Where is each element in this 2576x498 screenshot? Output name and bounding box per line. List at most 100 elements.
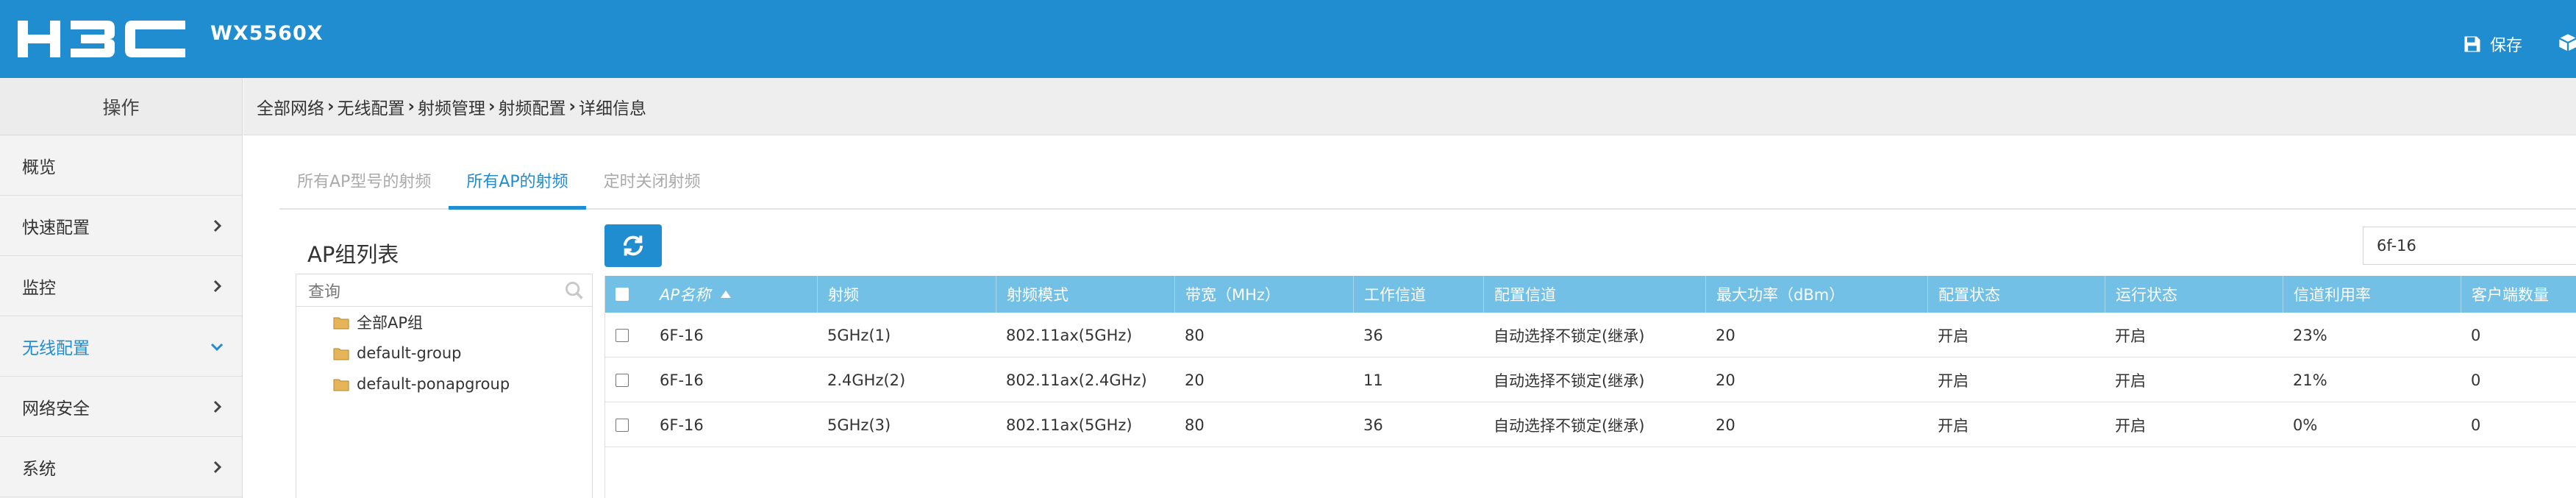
sidebar-item-label: 快速配置 [22, 218, 90, 238]
ap-group-panel: 查询 全部AP组 default-group default-ponapgrou… [296, 274, 593, 498]
tree-item-ap-group[interactable]: default-group [296, 338, 592, 369]
chevron-down-icon [210, 343, 224, 351]
cell-ap-name: 6F-16 [660, 416, 704, 434]
tab-all-ap-model-radios[interactable]: 所有AP型号的射频 [279, 158, 449, 210]
column-header-working-channel[interactable]: 工作信道 [1353, 276, 1483, 313]
cell-working-channel: 36 [1363, 416, 1383, 434]
refresh-icon [623, 235, 643, 256]
chevron-right-icon [213, 460, 222, 473]
sidebar: 操作 概览 快速配置 监控 无线配置 网络安全 系统 [0, 78, 243, 498]
row-checkbox[interactable] [616, 328, 629, 342]
cell-working-channel: 11 [1363, 371, 1383, 389]
column-header-radio[interactable]: 射频 [817, 276, 996, 313]
folder-icon [333, 348, 349, 360]
sidebar-item-system[interactable]: 系统 [0, 437, 242, 497]
column-header-config-status[interactable]: 配置状态 [1927, 276, 2105, 313]
sidebar-item-network-security[interactable]: 网络安全 [0, 377, 242, 437]
column-header-client-count[interactable]: 客户端数量 [2461, 276, 2576, 313]
sidebar-item-label: 监控 [22, 278, 56, 298]
cell-radio-mode: 802.11ax(5GHz) [1006, 416, 1132, 434]
radio-table: AP名称 射频 射频模式 带宽（MHz） 工作信道 配置信道 最大功率（dBm）… [604, 276, 2576, 498]
breadcrumb-item[interactable]: 射频配置 [498, 94, 565, 119]
column-header-configured-channel[interactable]: 配置信道 [1483, 276, 1705, 313]
sidebar-item-label: 概览 [22, 157, 56, 177]
folder-icon [333, 379, 349, 391]
breadcrumb-item[interactable]: 全部网络 [257, 94, 324, 119]
sort-ascending-icon [721, 291, 732, 298]
cell-radio-mode: 802.11ax(5GHz) [1006, 326, 1132, 344]
cell-run-status: 开启 [2115, 327, 2146, 345]
breadcrumb-item[interactable]: 射频管理 [418, 94, 485, 119]
search-icon[interactable] [564, 280, 585, 301]
sidebar-item-monitor[interactable]: 监控 [0, 256, 242, 316]
sidebar-item-label: 系统 [22, 459, 56, 479]
sidebar-item-overview[interactable]: 概览 [0, 135, 242, 196]
row-checkbox[interactable] [616, 418, 629, 432]
cell-radio: 2.4GHz(2) [827, 371, 906, 389]
tree-item-ap-group[interactable]: 全部AP组 [296, 307, 592, 338]
cell-configured-channel: 自动选择不锁定(继承) [1494, 371, 1645, 390]
cell-client-count: 0 [2471, 371, 2481, 389]
breadcrumb-item[interactable]: 无线配置 [337, 94, 404, 119]
tree-item-label: 全部AP组 [357, 314, 424, 332]
breadcrumb-separator-icon: › [488, 96, 496, 116]
row-checkbox[interactable] [616, 373, 629, 387]
column-header-bandwidth[interactable]: 带宽（MHz） [1174, 276, 1353, 313]
cell-max-power: 20 [1716, 416, 1735, 434]
cell-run-status: 开启 [2115, 416, 2146, 435]
save-icon [2464, 36, 2480, 52]
sidebar-title: 操作 [0, 78, 242, 135]
column-header-label: AP名称 [660, 286, 711, 304]
tab-scheduled-radio-off[interactable]: 定时关闭射频 [586, 158, 718, 210]
table-row[interactable]: 6F-16 2.4GHz(2) 802.11ax(2.4GHz) 20 11 自… [605, 358, 2576, 402]
tab-all-ap-radios[interactable]: 所有AP的射频 [449, 158, 586, 210]
row-select-cell [605, 402, 649, 447]
cell-channel-utilization: 23% [2293, 326, 2327, 344]
refresh-button[interactable] [604, 224, 662, 267]
table-row[interactable]: 6F-16 5GHz(1) 802.11ax(5GHz) 80 36 自动选择不… [605, 313, 2576, 358]
cell-radio: 5GHz(1) [827, 326, 891, 344]
cell-bandwidth: 20 [1185, 371, 1205, 389]
cell-max-power: 20 [1716, 326, 1735, 344]
row-select-cell [605, 313, 649, 358]
chevron-right-icon [213, 219, 222, 232]
cell-ap-name: 6F-16 [660, 371, 704, 389]
row-select-cell [605, 358, 649, 402]
tab-bar: 所有AP型号的射频 所有AP的射频 定时关闭射频 [279, 158, 2576, 210]
column-header-radio-mode[interactable]: 射频模式 [996, 276, 1174, 313]
breadcrumb-separator-icon: › [568, 96, 576, 116]
filter-input[interactable] [2363, 227, 2576, 265]
sidebar-item-wireless-config[interactable]: 无线配置 [0, 316, 242, 377]
breadcrumb-separator-icon: › [407, 96, 415, 116]
cell-configured-channel: 自动选择不锁定(继承) [1494, 416, 1645, 435]
table-row[interactable]: 6F-16 5GHz(3) 802.11ax(5GHz) 80 36 自动选择不… [605, 402, 2576, 447]
breadcrumb: 全部网络 › 无线配置 › 射频管理 › 射频配置 › 详细信息 [243, 78, 2576, 135]
sidebar-item-label: 网络安全 [22, 399, 90, 419]
save-button[interactable]: 保存 [2462, 32, 2522, 56]
column-header-ap-name[interactable]: AP名称 [649, 276, 832, 313]
column-header-run-status[interactable]: 运行状态 [2105, 276, 2283, 313]
cell-bandwidth: 80 [1185, 416, 1205, 434]
column-header-max-power[interactable]: 最大功率（dBm） [1705, 276, 1927, 313]
cell-configured-channel: 自动选择不锁定(继承) [1494, 327, 1645, 345]
h3c-logo [18, 21, 185, 57]
select-all-checkbox[interactable] [616, 288, 629, 301]
cell-channel-utilization: 21% [2293, 371, 2327, 389]
cell-config-status: 开启 [1938, 416, 1969, 435]
package-icon[interactable] [2558, 32, 2576, 53]
cell-radio-mode: 802.11ax(2.4GHz) [1006, 371, 1147, 389]
ap-group-search-input[interactable]: 查询 [296, 274, 592, 307]
breadcrumb-separator-icon: › [327, 96, 335, 116]
ap-group-title: AP组列表 [307, 242, 399, 267]
cell-ap-name: 6F-16 [660, 326, 704, 344]
sidebar-item-quick-config[interactable]: 快速配置 [0, 196, 242, 256]
sidebar-item-label: 无线配置 [22, 338, 90, 358]
save-label: 保存 [2490, 37, 2523, 55]
device-model: WX5560X [210, 22, 324, 45]
tree-item-ap-group[interactable]: default-ponapgroup [296, 369, 592, 399]
column-header-channel-utilization[interactable]: 信道利用率 [2283, 276, 2461, 313]
tree-item-label: default-ponapgroup [357, 375, 510, 393]
chevron-right-icon [213, 400, 222, 413]
tree-item-label: default-group [357, 344, 462, 362]
folder-icon [333, 317, 349, 330]
